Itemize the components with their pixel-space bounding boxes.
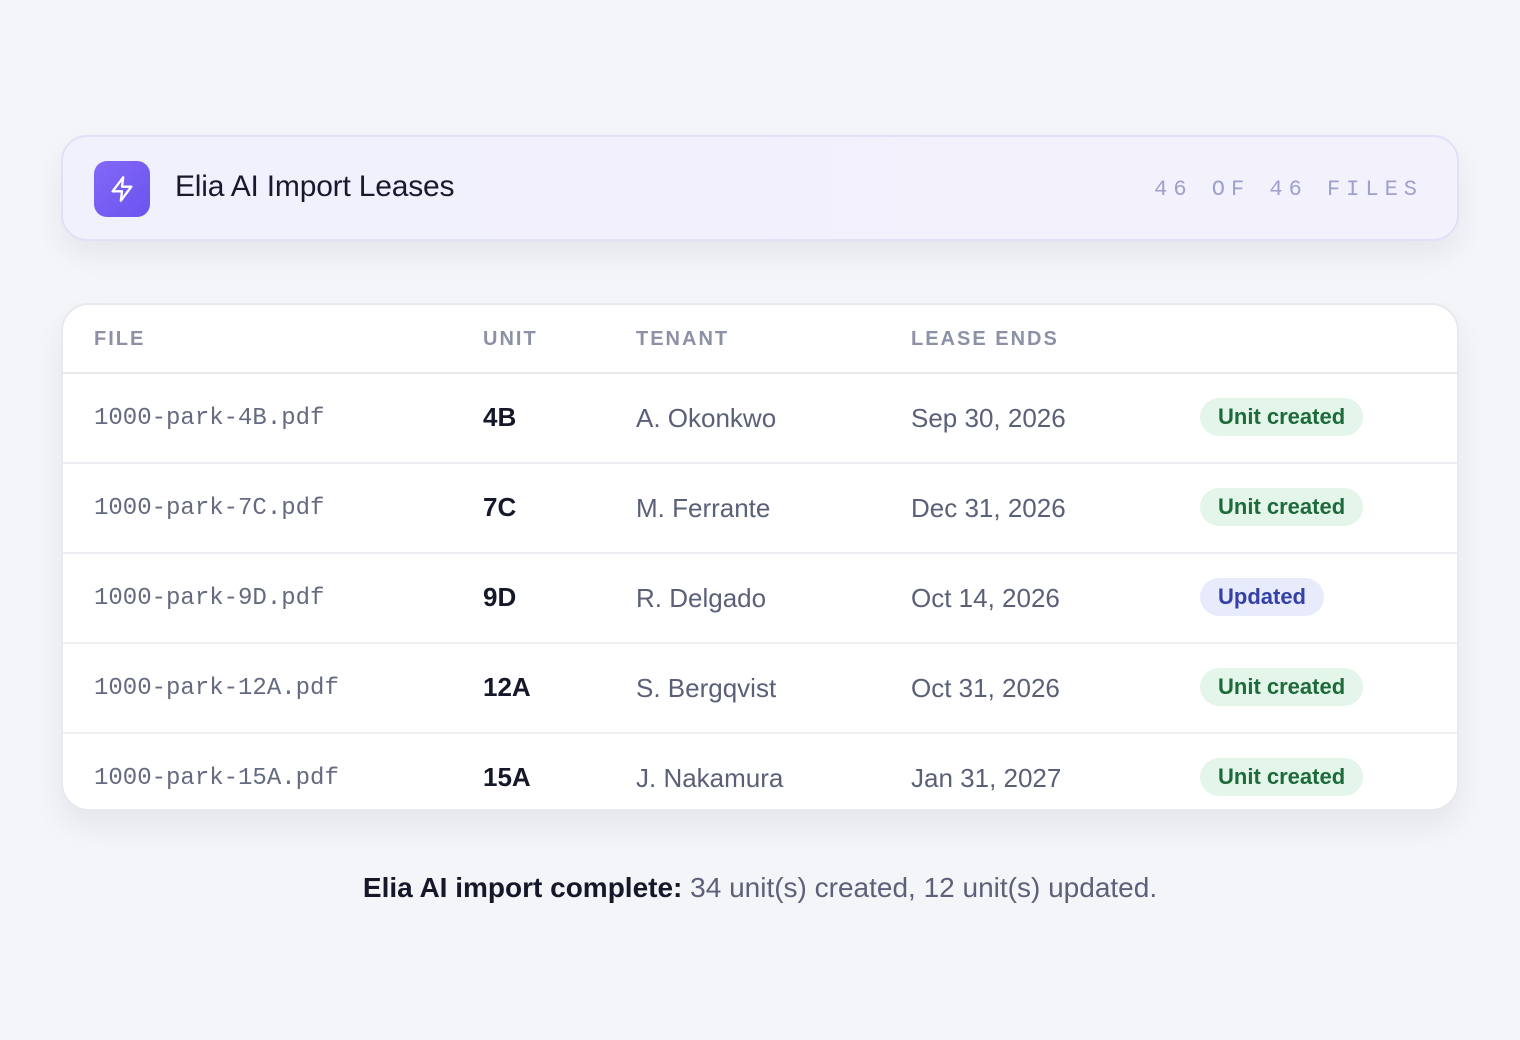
lightning-bolt-icon [94,161,150,217]
lease-end-date: Oct 14, 2026 [911,583,1060,613]
lease-end-date: Jan 31, 2027 [911,763,1062,793]
file-name: 1000-park-7C.pdf [94,495,325,522]
column-header-lease-ends: LEASE ENDS [911,328,1059,350]
unit-number: 9D [483,582,517,612]
import-header: Elia AI Import Leases 46 OF 46 FILES [61,135,1459,241]
column-header-tenant: TENANT [636,328,730,350]
status-badge: Unit created [1200,398,1364,436]
tenant-name: A. Okonkwo [636,403,777,433]
column-header-file: FILE [94,328,146,350]
summary-text: 34 unit(s) created, 12 unit(s) updated. [690,872,1158,903]
file-name: 1000-park-15A.pdf [94,765,339,792]
summary-label: Elia AI import complete: [362,872,683,903]
lease-end-date: Oct 31, 2026 [911,673,1060,703]
unit-number: 12A [483,672,531,702]
file-name: 1000-park-9D.pdf [94,585,325,612]
import-summary: Elia AI import complete: 34 unit(s) crea… [0,872,1520,904]
table-row: 1000-park-15A.pdf 15A J. Nakamura Jan 31… [63,734,1457,809]
tenant-name: J. Nakamura [636,763,784,793]
table-row: 1000-park-4B.pdf 4B A. Okonkwo Sep 30, 2… [63,374,1457,464]
tenant-name: M. Ferrante [636,493,771,523]
leases-table: FILE UNIT TENANT LEASE ENDS 1000-park-4B… [61,303,1459,811]
status-badge: Unit created [1200,758,1364,796]
lease-end-date: Sep 30, 2026 [911,403,1066,433]
file-name: 1000-park-4B.pdf [94,405,325,432]
page-title: Elia AI Import Leases [175,170,455,203]
table-row: 1000-park-7C.pdf 7C M. Ferrante Dec 31, … [63,464,1457,554]
status-badge: Updated [1200,578,1324,616]
lease-end-date: Dec 31, 2026 [911,493,1066,523]
table-header: FILE UNIT TENANT LEASE ENDS [63,305,1457,374]
table-row: 1000-park-12A.pdf 12A S. Bergqvist Oct 3… [63,644,1457,734]
status-badge: Unit created [1200,488,1364,526]
unit-number: 7C [483,492,517,522]
file-count: 46 OF 46 FILES [1154,177,1423,202]
tenant-name: S. Bergqvist [636,673,777,703]
column-header-unit: UNIT [483,328,538,350]
unit-number: 15A [483,762,531,792]
tenant-name: R. Delgado [636,583,767,613]
file-name: 1000-park-12A.pdf [94,675,339,702]
status-badge: Unit created [1200,668,1364,706]
unit-number: 4B [483,402,517,432]
table-row: 1000-park-9D.pdf 9D R. Delgado Oct 14, 2… [63,554,1457,644]
